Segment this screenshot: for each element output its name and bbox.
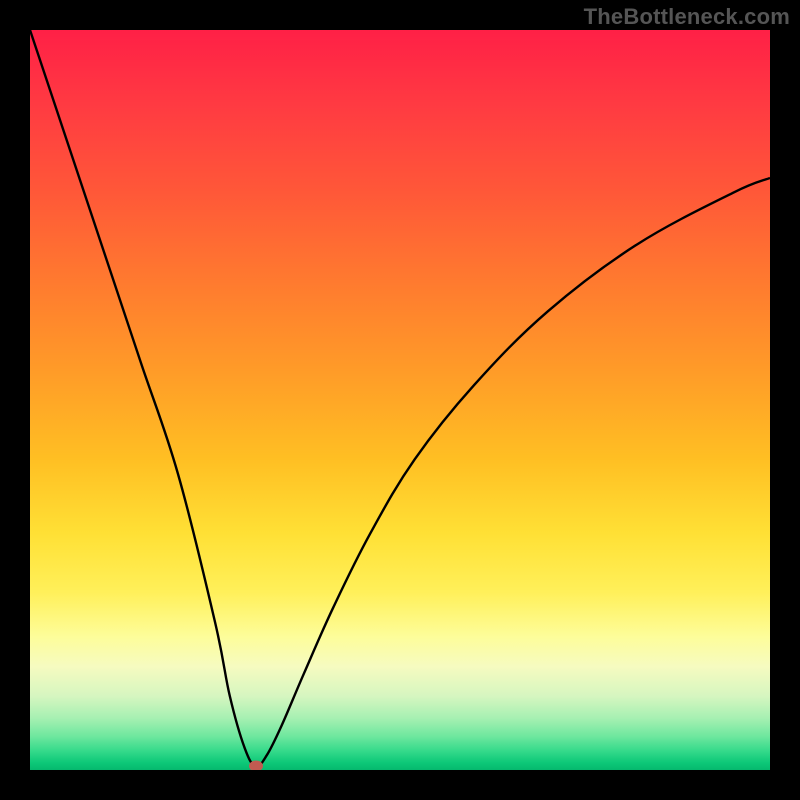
chart-frame: TheBottleneck.com: [0, 0, 800, 800]
plot-area: [30, 30, 770, 770]
bottleneck-curve: [30, 30, 770, 770]
minimum-point-marker: [249, 761, 263, 770]
watermark-label: TheBottleneck.com: [584, 4, 790, 30]
